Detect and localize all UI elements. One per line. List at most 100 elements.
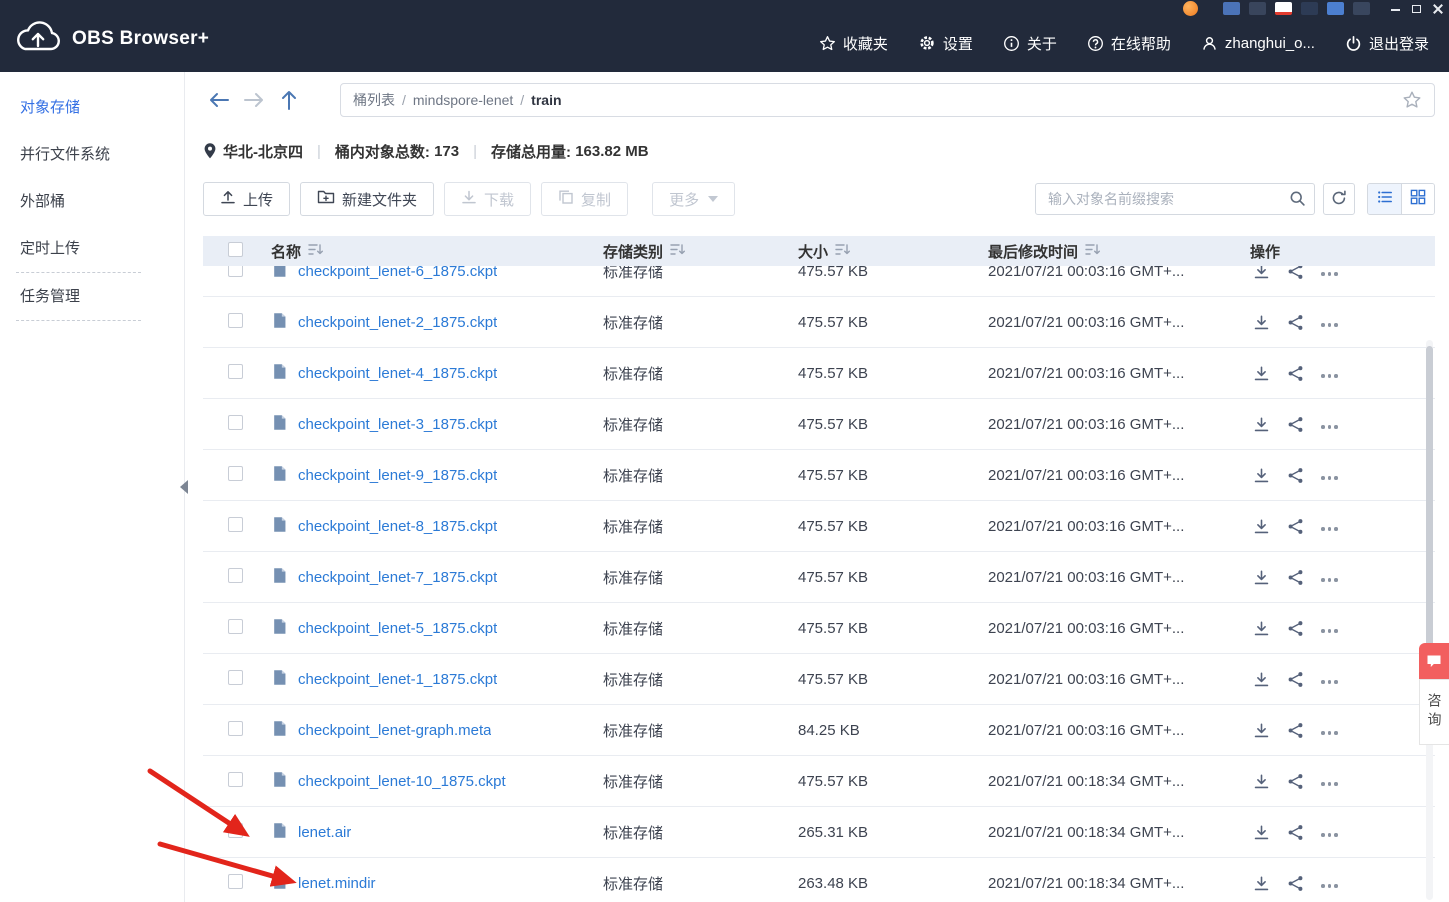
sidebar-item-parallel-fs[interactable]: 并行文件系统 [0,131,184,178]
sidebar-item-object-storage[interactable]: 对象存储 [0,84,184,131]
row-download-icon[interactable] [1253,824,1270,841]
copy-button[interactable]: 复制 [541,182,629,216]
close-icon[interactable] [1433,4,1443,14]
keyboard-icon[interactable] [1249,2,1266,15]
maximize-icon[interactable] [1412,5,1421,13]
orange-app-icon[interactable] [1183,1,1198,16]
row-download-icon[interactable] [1253,773,1270,790]
row-checkbox[interactable] [228,567,243,583]
breadcrumb-bucket[interactable]: mindspore-lenet [413,92,513,108]
more-button[interactable]: 更多 [652,182,736,216]
row-share-icon[interactable] [1287,569,1304,586]
row-checkbox[interactable] [228,822,243,838]
select-all-checkbox[interactable] [228,241,243,257]
row-checkbox[interactable] [228,312,243,328]
apps-grid-icon[interactable] [1327,2,1344,15]
object-name-link[interactable]: checkpoint_lenet-8_1875.ckpt [298,518,497,535]
list-view-button[interactable] [1368,184,1401,214]
row-share-icon[interactable] [1287,620,1304,637]
breadcrumb-bucket-list[interactable]: 桶列表 [353,90,395,110]
menu-account[interactable]: zhanghui_o... [1201,35,1315,52]
search-icon[interactable] [1289,190,1306,212]
row-more-actions-icon[interactable] [1321,266,1338,276]
row-download-icon[interactable] [1253,416,1270,433]
row-download-icon[interactable] [1253,365,1270,382]
row-share-icon[interactable] [1287,875,1304,892]
row-more-actions-icon[interactable] [1321,878,1338,888]
upload-button[interactable]: 上传 [203,182,291,216]
row-download-icon[interactable] [1253,722,1270,739]
row-more-actions-icon[interactable] [1321,521,1338,531]
object-name-link[interactable]: checkpoint_lenet-3_1875.ckpt [298,416,497,433]
menu-settings[interactable]: 设置 [918,33,973,54]
row-share-icon[interactable] [1287,314,1304,331]
row-checkbox[interactable] [228,516,243,532]
object-search-input[interactable] [1035,183,1315,215]
row-more-actions-icon[interactable] [1321,674,1338,684]
shield-icon[interactable] [1353,2,1370,15]
row-more-actions-icon[interactable] [1321,623,1338,633]
menu-about[interactable]: 关于 [1003,33,1057,54]
row-share-icon[interactable] [1287,416,1304,433]
download-button[interactable]: 下载 [444,182,532,216]
object-name-link[interactable]: checkpoint_lenet-5_1875.ckpt [298,620,497,637]
menu-favorites[interactable]: 收藏夹 [819,33,888,54]
row-download-icon[interactable] [1253,569,1270,586]
new-folder-button[interactable]: 新建文件夹 [300,182,435,216]
row-more-actions-icon[interactable] [1321,572,1338,582]
grid-view-button[interactable] [1401,184,1434,214]
sidebar-item-task-management[interactable]: 任务管理 [0,273,184,320]
menu-online-help[interactable]: 在线帮助 [1087,33,1171,54]
row-checkbox[interactable] [228,618,243,634]
object-name-link[interactable]: lenet.mindir [298,875,376,892]
forward-button[interactable] [242,88,266,112]
row-share-icon[interactable] [1287,266,1304,280]
row-checkbox[interactable] [228,669,243,685]
row-checkbox[interactable] [228,720,243,736]
row-checkbox[interactable] [228,771,243,787]
object-name-link[interactable]: checkpoint_lenet-6_1875.ckpt [298,266,497,280]
up-level-button[interactable] [277,88,301,112]
row-share-icon[interactable] [1287,467,1304,484]
object-name-link[interactable]: checkpoint_lenet-graph.meta [298,722,491,739]
row-share-icon[interactable] [1287,671,1304,688]
object-name-link[interactable]: checkpoint_lenet-7_1875.ckpt [298,569,497,586]
row-more-actions-icon[interactable] [1321,470,1338,480]
row-checkbox[interactable] [228,465,243,481]
ime-icon[interactable] [1223,2,1240,15]
minimize-icon[interactable] [1391,9,1400,11]
row-checkbox[interactable] [228,414,243,430]
row-more-actions-icon[interactable] [1321,419,1338,429]
row-checkbox[interactable] [228,363,243,379]
row-more-actions-icon[interactable] [1321,725,1338,735]
row-share-icon[interactable] [1287,722,1304,739]
object-name-link[interactable]: checkpoint_lenet-1_1875.ckpt [298,671,497,688]
row-more-actions-icon[interactable] [1321,317,1338,327]
object-name-link[interactable]: lenet.air [298,824,351,841]
row-share-icon[interactable] [1287,824,1304,841]
column-header-name[interactable]: 名称 [263,241,603,262]
row-download-icon[interactable] [1253,467,1270,484]
row-download-icon[interactable] [1253,671,1270,688]
sidebar-item-external-bucket[interactable]: 外部桶 [0,178,184,225]
row-download-icon[interactable] [1253,314,1270,331]
row-share-icon[interactable] [1287,773,1304,790]
object-name-link[interactable]: checkpoint_lenet-2_1875.ckpt [298,314,497,331]
row-checkbox[interactable] [228,266,243,277]
candidate-box-icon[interactable] [1275,2,1292,15]
column-header-size[interactable]: 大小 [798,241,988,262]
row-download-icon[interactable] [1253,518,1270,535]
row-share-icon[interactable] [1287,518,1304,535]
favorite-star-icon[interactable] [1402,90,1422,110]
menu-logout[interactable]: 退出登录 [1345,33,1429,54]
network-icon[interactable] [1301,2,1318,15]
object-name-link[interactable]: checkpoint_lenet-4_1875.ckpt [298,365,497,382]
sidebar-item-scheduled-upload[interactable]: 定时上传 [0,225,184,272]
row-download-icon[interactable] [1253,620,1270,637]
chat-bubble-icon[interactable] [1419,643,1449,679]
row-download-icon[interactable] [1253,875,1270,892]
row-more-actions-icon[interactable] [1321,776,1338,786]
row-share-icon[interactable] [1287,365,1304,382]
row-more-actions-icon[interactable] [1321,827,1338,837]
object-name-link[interactable]: checkpoint_lenet-9_1875.ckpt [298,467,497,484]
